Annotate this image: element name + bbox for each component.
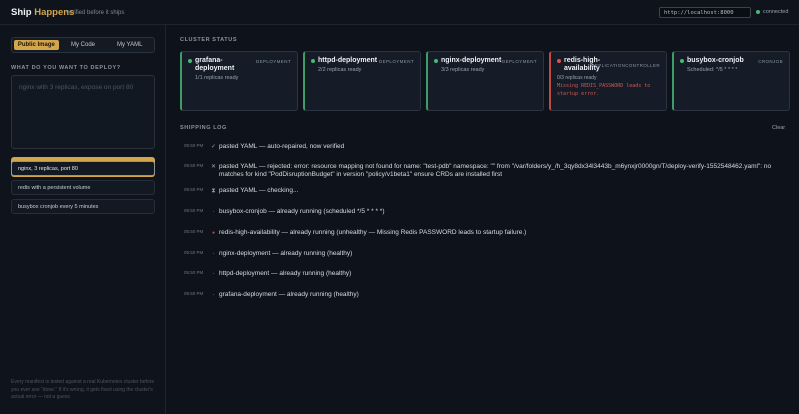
connection-status: connected — [756, 9, 788, 15]
log-time: 05:50 PM — [184, 163, 204, 168]
card-status: Scheduled: */5 * * * * — [687, 67, 738, 73]
log-time: 05:50 PM — [184, 143, 204, 148]
hourglass-icon: ⧗ — [211, 188, 216, 194]
top-bar: Ship Happens verified before it ships ht… — [0, 0, 799, 25]
check-icon: ✓ — [210, 144, 217, 150]
log-entry: 05:50 PM · grafana-deployment — already … — [180, 291, 780, 299]
log-text: pasted YAML — rejected: error: resource … — [219, 163, 772, 178]
health-dot-icon — [188, 59, 192, 63]
log-time: 05:50 PM — [184, 250, 204, 255]
cluster-card[interactable]: httpd-deployment DEPLOYMENT 2/2 replicas… — [303, 51, 421, 111]
sidebar: Public Image My Code My YAML WHAT DO YOU… — [0, 25, 166, 414]
log-entry: 05:50 PM · nginx-deployment — already ru… — [180, 250, 780, 258]
log-time: 05:50 PM — [184, 208, 204, 213]
error-x-icon: ✕ — [210, 164, 217, 170]
log-text: pasted YAML — checking... — [219, 187, 299, 194]
card-status: 1/1 replicas ready — [195, 75, 239, 81]
example-busybox[interactable]: busybox cronjob every 5 minutes — [11, 199, 155, 214]
bullet-icon: · — [212, 251, 215, 257]
card-name: httpd-deployment — [318, 57, 378, 64]
card-kind: CRONJOB — [758, 59, 783, 64]
cluster-cards: grafana-deployment DEPLOYMENT 1/1 replic… — [180, 51, 790, 111]
cluster-card[interactable]: busybox-cronjob CRONJOB Scheduled: */5 *… — [672, 51, 790, 111]
health-dot-icon — [434, 59, 438, 63]
card-error: Missing REDIS_PASSWORD leads to startup … — [557, 83, 651, 97]
cluster-card[interactable]: nginx-deployment DEPLOYMENT 3/3 replicas… — [426, 51, 544, 111]
log-text: httpd-deployment — already running (heal… — [219, 270, 352, 277]
card-status: 2/2 replicas ready — [318, 67, 362, 73]
deploy-prompt-input[interactable]: nginx with 3 replicas, expose on port 80 — [11, 75, 155, 149]
card-name: grafana-deployment — [195, 57, 235, 72]
tab-my-yaml[interactable]: My YAML — [107, 40, 152, 50]
log-time: 05:50 PM — [184, 291, 204, 296]
log-entry: 05:50 PM ● redis-high-availability — alr… — [180, 229, 780, 237]
cluster-status-title: CLUSTER STATUS — [180, 37, 238, 43]
connection-status-label: connected — [763, 9, 789, 15]
card-name: nginx-deployment — [441, 57, 502, 64]
log-entry: 05:50 PM ✕ pasted YAML — rejected: error… — [180, 163, 780, 179]
source-tabs: Public Image My Code My YAML — [11, 37, 155, 53]
tab-my-code[interactable]: My Code — [61, 40, 106, 50]
card-kind: DEPLOYMENT — [378, 59, 414, 64]
clear-log-button[interactable]: Clear — [772, 125, 785, 131]
app-logo: Ship Happens — [11, 7, 74, 18]
tagline: verified before it ships — [66, 10, 125, 16]
card-kind: DEPLOYMENT — [501, 59, 537, 64]
cluster-card[interactable]: redis-high-availability REPLICATIONCONTR… — [549, 51, 667, 111]
log-text: grafana-deployment — already running (he… — [219, 291, 359, 298]
verification-footnote: Every manifest is tested against a real … — [11, 379, 155, 400]
health-dot-icon — [557, 59, 561, 63]
log-text: nginx-deployment — already running (heal… — [219, 250, 353, 257]
health-dot-icon — [311, 59, 315, 63]
error-dot-icon: ● — [211, 230, 216, 236]
status-dot-icon — [756, 10, 760, 14]
example-nginx[interactable]: nginx, 3 replicas, port 80 — [11, 161, 155, 176]
health-dot-icon — [680, 59, 684, 63]
log-time: 05:50 PM — [184, 187, 204, 192]
cluster-url-field[interactable]: http://localhost:8000 — [659, 7, 751, 18]
shipping-log-title: SHIPPING LOG — [180, 125, 227, 131]
deploy-question-label: WHAT DO YOU WANT TO DEPLOY? — [11, 65, 121, 71]
example-redis[interactable]: redis with a persistent volume — [11, 180, 155, 195]
cluster-card[interactable]: grafana-deployment DEPLOYMENT 1/1 replic… — [180, 51, 298, 111]
card-name: busybox-cronjob — [687, 57, 744, 64]
log-time: 05:50 PM — [184, 270, 204, 275]
card-status: 3/3 replicas ready — [441, 67, 485, 73]
brand-word-ship: Ship — [11, 7, 32, 18]
card-kind: DEPLOYMENT — [255, 59, 291, 64]
bullet-icon: · — [212, 209, 215, 215]
bullet-icon: · — [212, 271, 215, 277]
log-text: busybox-cronjob — already running (sched… — [219, 208, 385, 215]
log-text: redis-high-availability — already runnin… — [219, 229, 527, 236]
card-kind: REPLICATIONCONTROLLER — [591, 63, 660, 68]
log-entry: 05:50 PM · httpd-deployment — already ru… — [180, 270, 780, 278]
tab-public-image[interactable]: Public Image — [14, 40, 59, 50]
bullet-icon: · — [212, 292, 215, 298]
log-time: 05:50 PM — [184, 229, 204, 234]
card-status: 0/3 replicas ready — [557, 75, 597, 81]
log-text: pasted YAML — auto-repaired, now verifie… — [219, 143, 345, 150]
log-entry: 05:50 PM ⧗ pasted YAML — checking... — [180, 187, 780, 195]
log-entry: 05:50 PM ✓ pasted YAML — auto-repaired, … — [180, 143, 780, 151]
log-entry: 05:50 PM · busybox-cronjob — already run… — [180, 208, 780, 216]
